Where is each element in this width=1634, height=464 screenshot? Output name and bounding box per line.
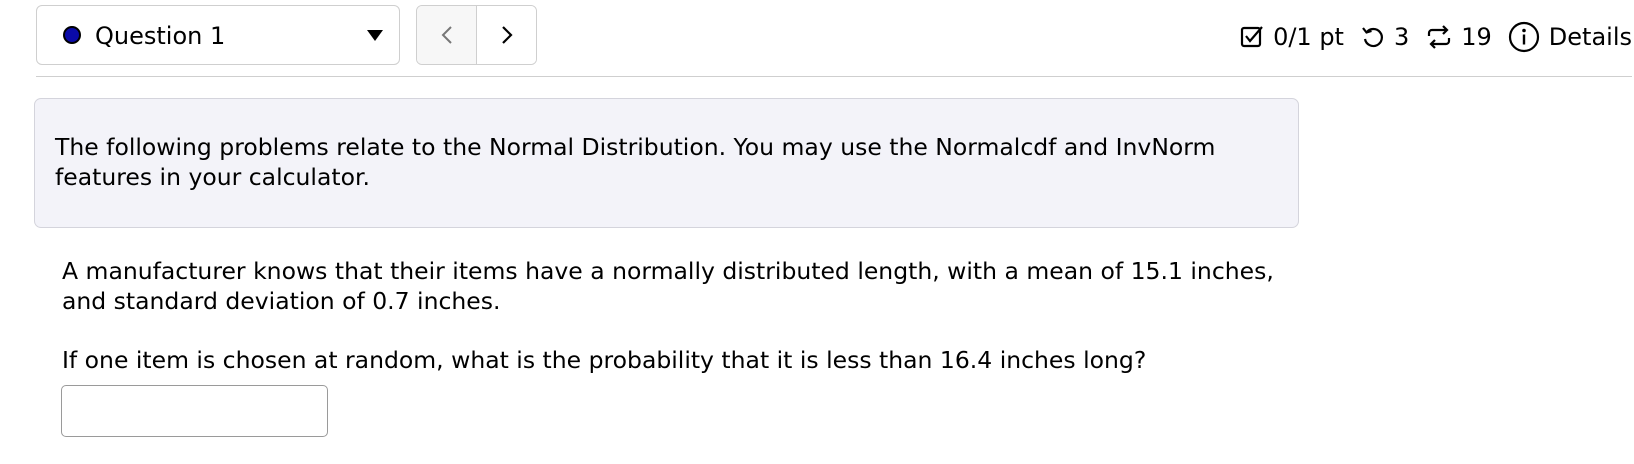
question-select[interactable]: Question 1 [36, 5, 400, 65]
question-header: Question 1 0/1 pt 3 19 Details [36, 5, 1632, 77]
problem-statement: A manufacturer knows that their items ha… [62, 257, 1274, 315]
next-question-button[interactable] [477, 6, 536, 64]
caret-down-icon [367, 30, 383, 41]
chevron-left-icon [441, 26, 452, 44]
question-nav [416, 5, 537, 65]
question-select-label: Question 1 [95, 22, 226, 50]
retries-value: 3 [1393, 23, 1410, 51]
score-value: 0/1 pt [1273, 23, 1344, 51]
answer-input[interactable] [61, 385, 328, 437]
details-label: Details [1548, 23, 1632, 51]
question-meta: 0/1 pt 3 19 Details [1239, 19, 1632, 55]
instructions-panel: The following problems relate to the Nor… [34, 98, 1299, 228]
details-link[interactable]: Details [1508, 21, 1632, 53]
previous-question-button[interactable] [417, 6, 477, 64]
attempts-value: 19 [1461, 23, 1492, 51]
retry-icon [1360, 24, 1386, 50]
checkbox-icon [1239, 24, 1265, 50]
chevron-right-icon [501, 26, 513, 44]
problem-question: If one item is chosen at random, what is… [62, 346, 1147, 374]
instructions-text: The following problems relate to the Nor… [55, 133, 1216, 191]
attempts-icon [1425, 24, 1453, 50]
question-status-dot [63, 26, 81, 44]
info-icon [1508, 21, 1539, 53]
